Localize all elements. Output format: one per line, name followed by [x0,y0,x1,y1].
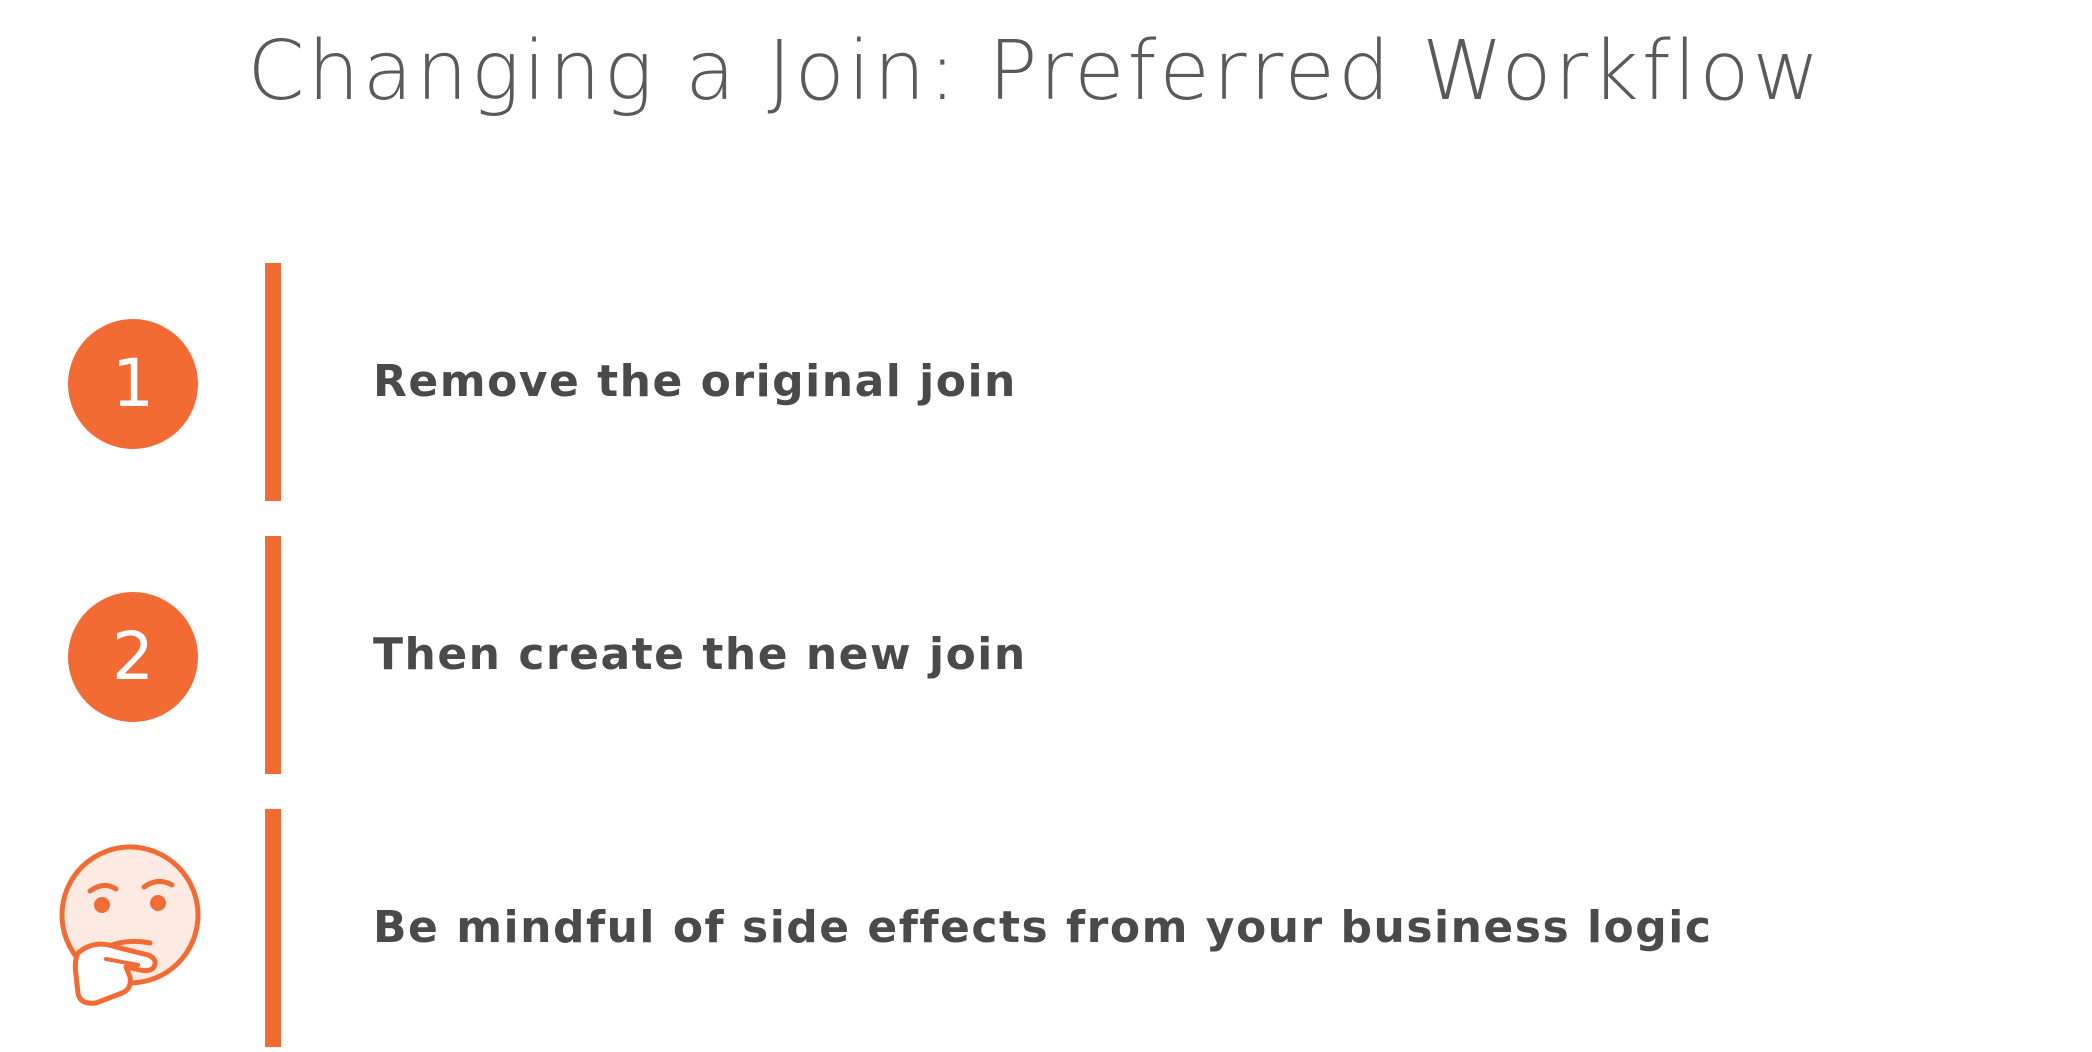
step-side-effects: Be mindful of side effects from your bus… [0,809,2092,1047]
step-number-badge: 2 [68,592,198,722]
step-text: Be mindful of side effects from your bus… [373,902,1713,953]
step-number-badge: 1 [68,319,198,449]
step-divider-bar [265,263,281,501]
step-text: Then create the new join [373,629,1027,680]
slide-title: Changing a Join: Preferred Workflow [247,24,1823,119]
thinking-face-icon [59,844,201,1006]
step-text: Remove the original join [373,356,1017,407]
step-remove-join: 1 Remove the original join [0,263,2092,501]
step-create-join: 2 Then create the new join [0,536,2092,774]
step-divider-bar [265,809,281,1047]
step-divider-bar [265,536,281,774]
